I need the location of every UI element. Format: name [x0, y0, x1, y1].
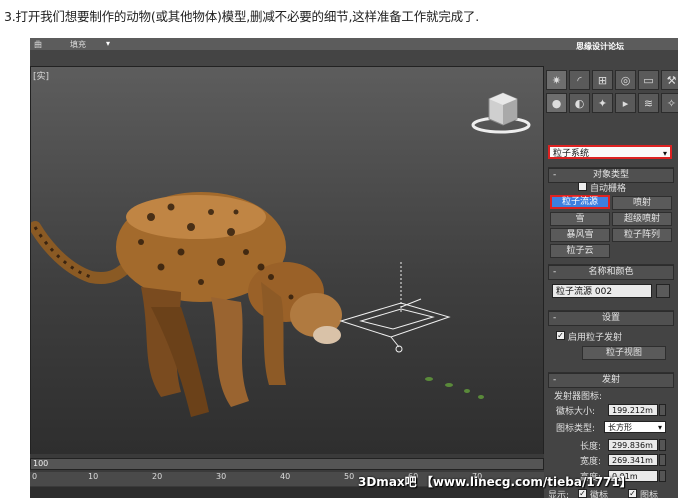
lights-icon[interactable]: ✦	[592, 93, 613, 113]
particle-cloud-button[interactable]: 粒子云	[550, 244, 610, 258]
ruler-tick: 0	[32, 472, 38, 481]
show-logo-checkbox[interactable]: ✓	[578, 489, 587, 498]
ruler-tick: 10	[88, 472, 99, 481]
length-input[interactable]: 299.836m	[608, 439, 658, 451]
motion-icon[interactable]: ◎	[615, 70, 636, 90]
scene-drawing	[31, 92, 531, 417]
emitter-icon-group: 发射器图标:	[554, 392, 603, 402]
toolbar-item[interactable]: 填充	[70, 39, 86, 50]
rollout-header[interactable]: - 发射	[548, 373, 674, 388]
show-icon-label: 图标	[640, 491, 659, 498]
width-spinner[interactable]	[659, 454, 666, 466]
object-name-input[interactable]: 粒子流源 002	[552, 284, 652, 298]
leopard-model	[31, 192, 342, 417]
super-spray-button[interactable]: 超级喷射	[612, 212, 672, 226]
setup-rollout: - 设置	[548, 310, 674, 326]
height-spinner[interactable]	[659, 470, 666, 482]
command-panel: ✷ ◜ ⊞ ◎ ▭ ⚒ ● ◐ ✦ ▸ ≋ ✧ 粒子系统 ▾ - 对象类型 自动栅…	[544, 66, 678, 498]
width-input[interactable]: 269.341m	[608, 454, 658, 466]
category-dropdown[interactable]: 粒子系统 ▾	[548, 145, 672, 159]
rollout-header[interactable]: - 名称和颜色	[548, 265, 674, 280]
particle-flow-source-button[interactable]: 粒子流源	[550, 195, 610, 209]
create-icon[interactable]: ✷	[546, 70, 567, 90]
ruler-tick: 30	[216, 472, 227, 481]
ruler-tick: 50	[344, 472, 355, 481]
icon-type-select[interactable]: 长方形 ▾	[604, 421, 666, 433]
collapse-icon: -	[553, 313, 557, 323]
enable-emission-label: 启用粒子发射	[568, 333, 623, 343]
length-label: 长度:	[580, 442, 602, 452]
logo-size-input[interactable]: 199.212m	[608, 404, 658, 416]
panel-tabs: ✷ ◜ ⊞ ◎ ▭ ⚒	[546, 70, 678, 92]
icon-type-value: 长方形	[608, 423, 632, 432]
article-caption: 3.打开我们想要制作的动物(或其他物体)模型,删减不必要的细节,这样准备工作就完…	[4, 9, 480, 24]
perspective-viewport[interactable]: [实]	[30, 66, 544, 456]
length-spinner[interactable]	[659, 439, 666, 451]
display-icon[interactable]: ▭	[638, 70, 659, 90]
category-dropdown-value: 粒子系统	[553, 149, 590, 159]
chevron-down-icon: ▾	[657, 423, 662, 432]
show-icon-checkbox[interactable]: ✓	[628, 489, 637, 498]
viewcube-icon	[471, 92, 531, 134]
color-swatch[interactable]	[656, 284, 670, 298]
cameras-icon[interactable]: ▸	[615, 93, 636, 113]
particle-view-button[interactable]: 粒子视图	[582, 346, 666, 360]
time-slider[interactable]: 100	[30, 458, 544, 470]
systems-icon[interactable]: ✧	[661, 93, 678, 113]
create-subtabs: ● ◐ ✦ ▸ ≋ ✧	[546, 93, 678, 115]
toolbar-item[interactable]: 曲	[34, 39, 42, 50]
chevron-down-icon: ▾	[662, 149, 667, 158]
enable-emission-checkbox[interactable]: ✓	[556, 331, 565, 340]
watermark-text: 3Dmax吧 【www.linecg.com/tieba/1771】	[358, 475, 632, 489]
autogrid-label: 自动栅格	[590, 184, 627, 194]
shapes-icon[interactable]: ◐	[569, 93, 590, 113]
utilities-icon[interactable]: ⚒	[661, 70, 678, 90]
collapse-icon: -	[553, 170, 557, 180]
particles	[425, 377, 484, 399]
frame-counter: 100	[33, 459, 49, 468]
logo-size-label: 徽标大小:	[556, 407, 596, 417]
3dsmax-window: 曲 填充 ▾ [实] ✷ ◜ ⊞ ◎ ▭ ⚒ ● ◐ ✦ ▸ ≋ ✧ 粒子系统 …	[30, 38, 678, 498]
width-label: 宽度:	[580, 457, 602, 467]
hierarchy-icon[interactable]: ⊞	[592, 70, 613, 90]
rollout-header[interactable]: - 设置	[548, 311, 674, 326]
emission-rollout: - 发射	[548, 372, 674, 388]
name-color-rollout: - 名称和颜色	[548, 264, 674, 280]
blizzard-button[interactable]: 暴风雪	[550, 228, 610, 242]
icon-type-label: 图标类型:	[556, 424, 596, 434]
ruler-tick: 40	[280, 472, 291, 481]
collapse-icon: -	[553, 375, 557, 385]
helpers-icon[interactable]: ≋	[638, 93, 659, 113]
site-logo: 思缘设计论坛	[576, 42, 624, 51]
modify-icon[interactable]: ◜	[569, 70, 590, 90]
ruler-tick: 20	[152, 472, 163, 481]
collapse-icon: -	[553, 267, 557, 277]
spray-button[interactable]: 喷射	[612, 196, 672, 210]
logo-size-spinner[interactable]	[659, 404, 666, 416]
geometry-icon[interactable]: ●	[546, 93, 567, 113]
autogrid-checkbox[interactable]	[578, 182, 587, 191]
dropdown-icon[interactable]: ▾	[106, 39, 110, 48]
particle-emitter-gizmo	[339, 262, 451, 353]
particle-array-button[interactable]: 粒子阵列	[612, 228, 672, 242]
snow-button[interactable]: 雪	[550, 212, 610, 226]
